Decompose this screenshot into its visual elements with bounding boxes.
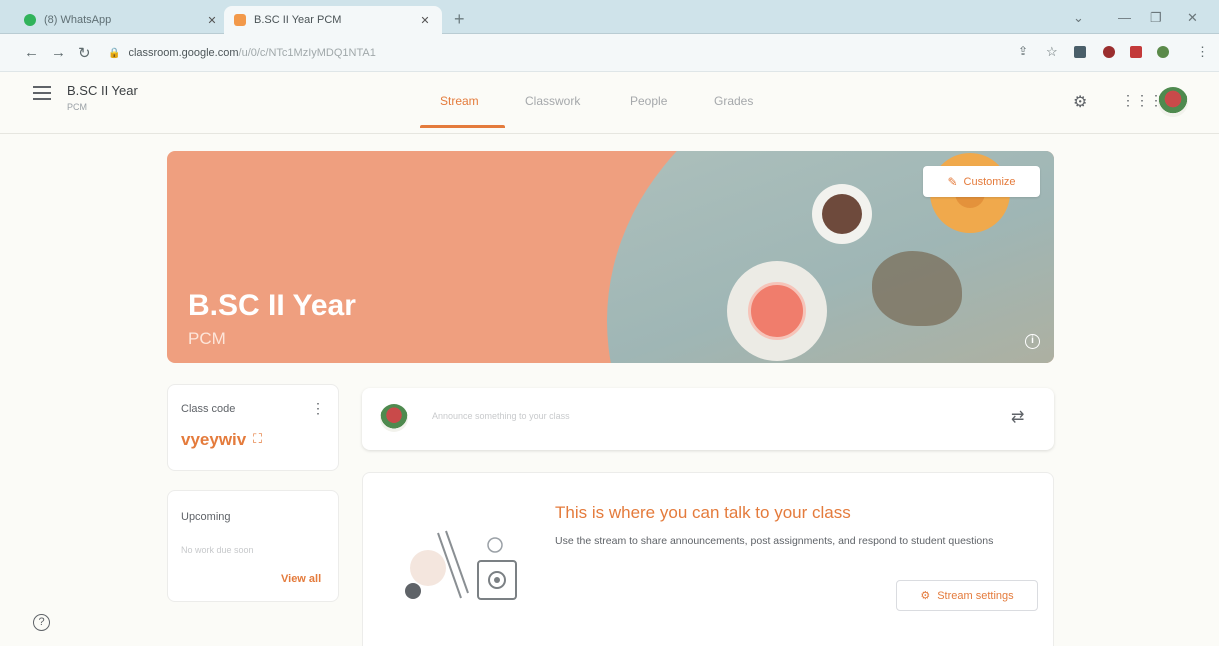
address-bar: ← → ↻ 🔒 classroom.google.com /u/0/c/NTc1…	[0, 34, 1219, 72]
tab-search-icon[interactable]: ⌄	[1073, 10, 1084, 26]
tab-classroom[interactable]: B.SC II Year PCM ✕	[224, 6, 442, 34]
restore-icon[interactable]: ❐	[1150, 10, 1162, 26]
tab-classwork[interactable]: Classwork	[525, 94, 580, 108]
profile-icon[interactable]	[1157, 46, 1169, 58]
upcoming-empty-text: No work due soon	[181, 545, 254, 555]
lock-icon: 🔒	[108, 47, 121, 59]
stream-intro-description: Use the stream to share announcements, p…	[555, 535, 994, 547]
banner-subtitle: PCM	[188, 329, 226, 348]
view-all-link[interactable]: View all	[281, 573, 321, 585]
upcoming-card: Upcoming No work due soon View all	[167, 490, 339, 602]
apps-grid-icon[interactable]: ⋮⋮⋮	[1121, 92, 1163, 109]
url-host: classroom.google.com	[128, 47, 239, 59]
url-path: /u/0/c/NTc1MzIyMDQ1NTA1	[238, 47, 376, 59]
browser-tab-bar: (8) WhatsApp ✕ B.SC II Year PCM ✕ + ⌄ — …	[0, 0, 1219, 34]
class-code-value: vyeywiv	[181, 430, 247, 449]
help-icon[interactable]: ?	[33, 614, 50, 631]
fullscreen-icon[interactable]: ⛶	[253, 431, 262, 447]
classroom-icon	[234, 14, 246, 26]
reload-icon[interactable]: ↻	[78, 44, 91, 62]
tab-grades[interactable]: Grades	[714, 94, 753, 108]
class-code-label: Class code	[181, 403, 236, 415]
tab-title: B.SC II Year PCM	[254, 14, 342, 26]
class-banner: B.SC II Year PCM ✎ Customize i	[167, 151, 1054, 363]
repost-icon[interactable]: ⇄	[1011, 407, 1024, 427]
forward-icon[interactable]: →	[51, 44, 66, 61]
tab-people[interactable]: People	[630, 94, 667, 108]
menu-kebab-icon[interactable]: ⋮	[1196, 44, 1209, 60]
close-window-icon[interactable]: ✕	[1187, 10, 1198, 26]
close-tab-icon[interactable]: ✕	[418, 14, 432, 27]
url-field[interactable]: 🔒 classroom.google.com /u/0/c/NTc1MzIyMD…	[108, 42, 1008, 64]
class-title[interactable]: B.SC II Year	[67, 83, 138, 98]
bookmark-star-icon[interactable]: ☆	[1046, 44, 1058, 60]
stream-intro-heading: This is where you can talk to your class	[555, 503, 851, 522]
classroom-header: B.SC II Year PCM Stream Classwork People…	[0, 72, 1219, 134]
customize-button[interactable]: ✎ Customize	[923, 166, 1040, 197]
extension-icon[interactable]	[1103, 46, 1115, 58]
stream-settings-label: Stream settings	[937, 589, 1014, 602]
settings-gear-icon: ⚙	[920, 590, 931, 602]
close-tab-icon[interactable]: ✕	[205, 14, 219, 27]
active-tab-indicator	[420, 125, 505, 128]
user-avatar	[380, 404, 408, 432]
share-icon[interactable]: ⇪	[1018, 44, 1028, 58]
extension-icon[interactable]	[1130, 46, 1142, 58]
upcoming-label: Upcoming	[181, 511, 231, 523]
new-tab-icon[interactable]: +	[454, 9, 465, 30]
class-section: PCM	[67, 102, 87, 112]
info-icon[interactable]: i	[1025, 334, 1040, 349]
stream-intro-card: This is where you can talk to your class…	[362, 472, 1054, 646]
coffee-cup-illustration	[812, 184, 872, 244]
class-code-card: Class code ⋮ vyeywiv ⛶	[167, 384, 339, 471]
banner-title: B.SC II Year	[188, 289, 356, 322]
pencil-icon: ✎	[947, 174, 958, 189]
more-options-icon[interactable]: ⋮	[311, 400, 325, 417]
fruit-illustration	[748, 282, 806, 340]
back-icon[interactable]: ←	[24, 44, 39, 61]
tab-whatsapp[interactable]: (8) WhatsApp ✕	[14, 6, 229, 34]
stream-illustration	[405, 530, 517, 600]
extension-icon[interactable]	[1074, 46, 1086, 58]
stream-settings-button[interactable]: ⚙ Stream settings	[896, 580, 1038, 611]
account-avatar[interactable]	[1158, 87, 1188, 117]
announce-box[interactable]: Announce something to your class ⇄	[362, 388, 1054, 450]
whatsapp-icon	[24, 14, 36, 26]
tab-stream[interactable]: Stream	[440, 94, 479, 108]
main-menu-icon[interactable]	[33, 86, 51, 100]
customize-label: Customize	[963, 175, 1016, 188]
tab-title: (8) WhatsApp	[44, 14, 112, 26]
announce-placeholder[interactable]: Announce something to your class	[432, 411, 570, 421]
settings-gear-icon[interactable]: ⚙	[1073, 92, 1087, 112]
minimize-icon[interactable]: —	[1118, 10, 1131, 25]
